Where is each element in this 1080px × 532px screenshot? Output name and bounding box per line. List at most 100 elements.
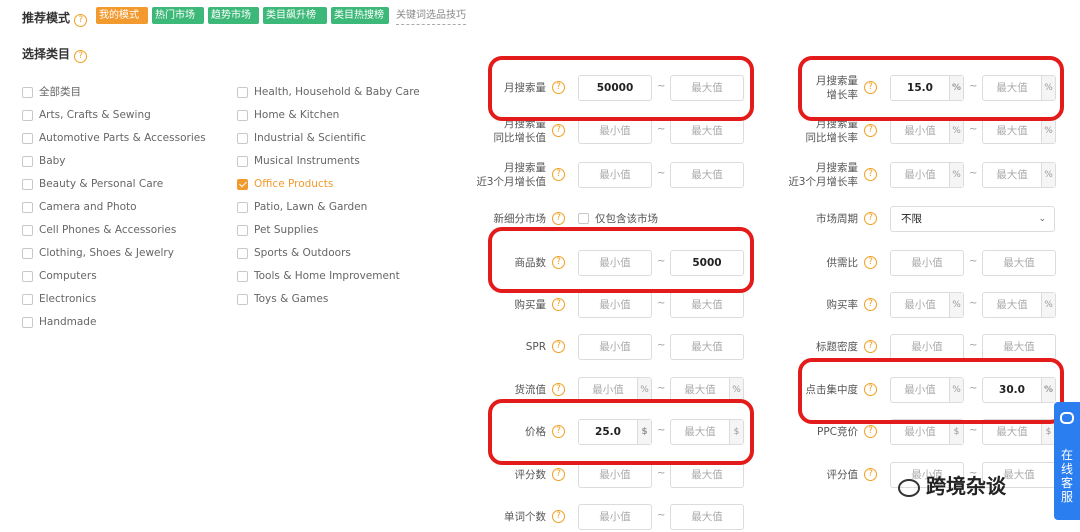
max-value: 最大值 xyxy=(691,511,723,523)
min-input[interactable]: 最小值 xyxy=(578,162,652,188)
category-checkbox[interactable] xyxy=(22,87,33,98)
max-input[interactable]: 最大值% xyxy=(982,292,1056,318)
filter-label: 月搜索量 近3个月增长值 xyxy=(476,162,546,188)
help-icon[interactable]: ? xyxy=(552,298,565,311)
category-checkbox[interactable] xyxy=(237,156,248,167)
filter-label: 月搜索量 同比增长率 xyxy=(805,118,859,144)
category-checkbox[interactable] xyxy=(237,248,248,259)
help-icon[interactable]: ? xyxy=(552,212,565,225)
help-icon[interactable]: ? xyxy=(74,50,88,63)
market-cycle-select[interactable]: 不限 ⌄ xyxy=(890,206,1055,232)
min-value: 最小值 xyxy=(599,511,631,523)
help-icon[interactable]: ? xyxy=(864,340,877,353)
min-value: 最小值 xyxy=(599,469,631,481)
min-input[interactable]: 最小值% xyxy=(890,162,964,188)
unit-label: % xyxy=(949,293,963,317)
category-checkbox[interactable] xyxy=(22,317,33,328)
max-input[interactable]: 最大值 xyxy=(670,462,744,488)
category-checkbox[interactable] xyxy=(22,294,33,305)
unit-label: % xyxy=(1041,119,1055,143)
max-input[interactable]: 最大值 xyxy=(670,292,744,318)
help-icon[interactable]: ? xyxy=(74,14,88,27)
category-checkbox[interactable] xyxy=(237,133,248,144)
category-checkbox[interactable] xyxy=(237,294,248,305)
max-input[interactable]: 最大值 xyxy=(982,334,1056,360)
category-label: 全部类目 xyxy=(39,86,81,98)
max-input[interactable]: 最大值 xyxy=(670,504,744,530)
max-input[interactable]: 最大值 xyxy=(670,162,744,188)
min-input[interactable]: 最小值 xyxy=(578,118,652,144)
online-service-button[interactable]: 在线客服 xyxy=(1054,402,1080,520)
help-icon[interactable]: ? xyxy=(864,212,877,225)
unit-label: % xyxy=(949,163,963,187)
category-label: Camera and Photo xyxy=(39,201,137,213)
help-icon[interactable]: ? xyxy=(864,256,877,269)
mode-tag[interactable]: 热门市场 xyxy=(152,7,204,24)
min-value: 最小值 xyxy=(911,257,943,269)
min-input[interactable]: 最小值 xyxy=(578,292,652,318)
min-input[interactable]: 最小值% xyxy=(890,118,964,144)
category-checkbox[interactable] xyxy=(237,225,248,236)
min-input[interactable]: 最小值 xyxy=(578,504,652,530)
category-label: Arts, Crafts & Sewing xyxy=(39,109,151,121)
category-checkbox[interactable] xyxy=(237,179,248,190)
mode-tag[interactable]: 我的模式 xyxy=(96,7,148,24)
category-checkbox[interactable] xyxy=(237,202,248,213)
category-checkbox[interactable] xyxy=(22,202,33,213)
min-input[interactable]: 最小值% xyxy=(890,292,964,318)
help-icon[interactable]: ? xyxy=(552,168,565,181)
category-checkbox[interactable] xyxy=(22,271,33,282)
category-label: Electronics xyxy=(39,293,97,305)
category-label: Industrial & Scientific xyxy=(254,132,366,144)
help-icon[interactable]: ? xyxy=(552,340,565,353)
min-input[interactable]: 最小值 xyxy=(890,250,964,276)
help-icon[interactable]: ? xyxy=(864,425,877,438)
mode-tag[interactable]: 类目热搜榜 xyxy=(331,7,389,24)
keyword-tips-link[interactable]: 关键词选品技巧 xyxy=(396,7,466,25)
category-checkbox[interactable] xyxy=(22,179,33,190)
range-separator: ~ xyxy=(657,168,666,179)
max-input[interactable]: 最大值% xyxy=(982,162,1056,188)
category-checkbox[interactable] xyxy=(22,156,33,167)
help-icon[interactable]: ? xyxy=(864,168,877,181)
category-label: Clothing, Shoes & Jewelry xyxy=(39,247,174,259)
min-value: 最小值 xyxy=(911,341,943,353)
help-icon[interactable]: ? xyxy=(552,383,565,396)
min-input[interactable]: 最小值 xyxy=(890,334,964,360)
min-value: 最小值 xyxy=(599,341,631,353)
category-checkbox[interactable] xyxy=(22,225,33,236)
category-label: Pet Supplies xyxy=(254,224,319,236)
help-icon[interactable]: ? xyxy=(552,124,565,137)
max-input[interactable]: 最大值% xyxy=(982,118,1056,144)
max-value: 最大值 xyxy=(691,469,723,481)
category-checkbox[interactable] xyxy=(237,110,248,121)
range-separator: ~ xyxy=(969,298,978,309)
min-input[interactable]: 最小值 xyxy=(578,334,652,360)
highlight-box xyxy=(488,227,754,293)
max-input[interactable]: 最大值 xyxy=(670,334,744,360)
category-checkbox[interactable] xyxy=(22,133,33,144)
category-checkbox[interactable] xyxy=(22,248,33,259)
max-input[interactable]: 最大值 xyxy=(982,250,1056,276)
help-icon[interactable]: ? xyxy=(864,124,877,137)
filter-label: 标题密度 xyxy=(816,341,858,353)
help-icon[interactable]: ? xyxy=(552,510,565,523)
range-separator: ~ xyxy=(657,468,666,479)
help-icon[interactable]: ? xyxy=(552,468,565,481)
category-checkbox[interactable] xyxy=(237,271,248,282)
mode-tag[interactable]: 类目飙升榜 xyxy=(263,7,327,24)
new-market-checkbox[interactable] xyxy=(578,213,589,224)
category-checkbox[interactable] xyxy=(237,87,248,98)
min-input[interactable]: 最小值 xyxy=(578,462,652,488)
range-separator: ~ xyxy=(969,340,978,351)
help-icon[interactable]: ? xyxy=(864,468,877,481)
category-label: Tools & Home Improvement xyxy=(254,270,400,282)
category-checkbox[interactable] xyxy=(22,110,33,121)
max-input[interactable]: 最大值 xyxy=(670,118,744,144)
wechat-icon xyxy=(898,478,920,497)
help-icon[interactable]: ? xyxy=(864,298,877,311)
filter-label: 月搜索量 同比增长值 xyxy=(493,118,547,144)
mode-tag[interactable]: 趋势市场 xyxy=(208,7,259,24)
category-label: Toys & Games xyxy=(254,293,329,305)
filter-label: 货流值 xyxy=(514,384,547,396)
